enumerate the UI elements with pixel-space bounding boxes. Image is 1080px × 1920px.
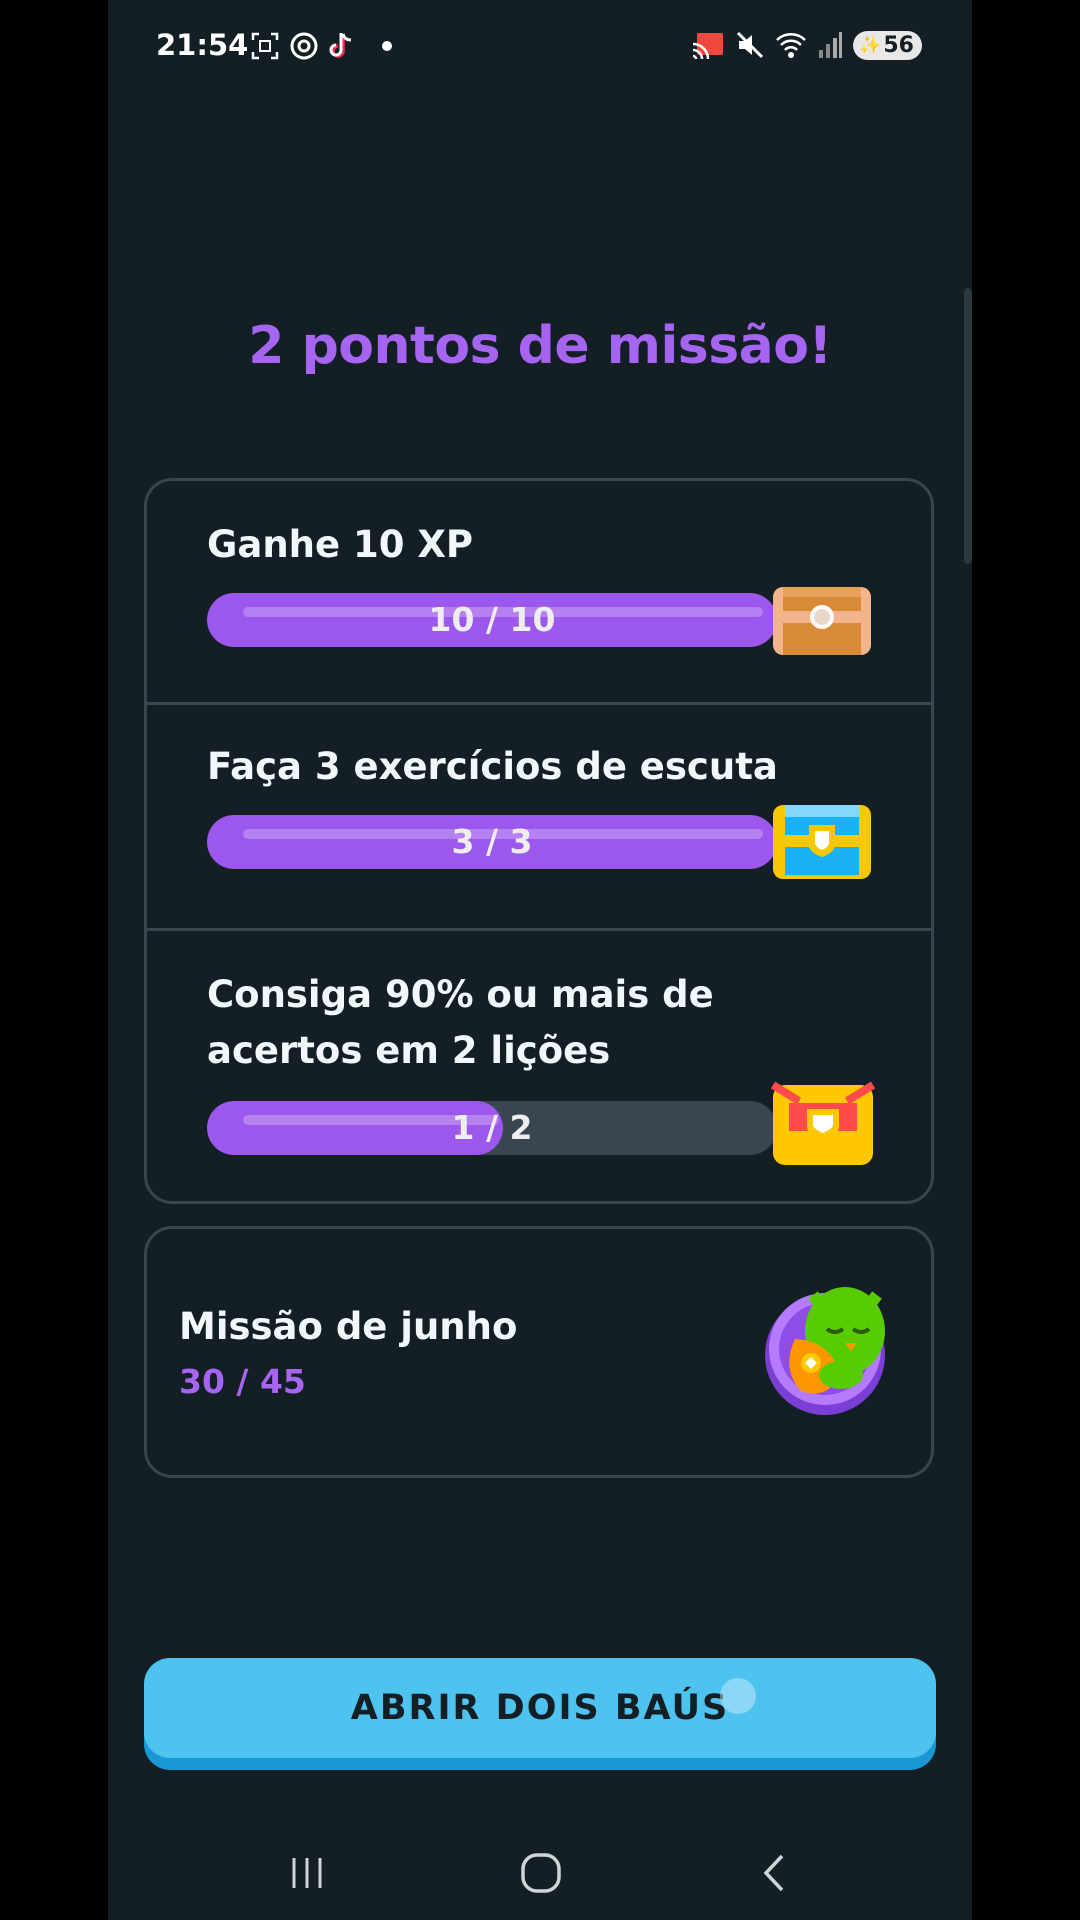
quest-title: Ganhe 10 XP bbox=[207, 523, 474, 566]
quest-progress-bar: 1 / 2 bbox=[207, 1101, 777, 1155]
quest-title: Consiga 90% ou mais de acertos em 2 liçõ… bbox=[207, 973, 714, 1072]
quest-progress-label: 10 / 10 bbox=[428, 600, 556, 639]
quest-progress-bar: 3 / 3 bbox=[207, 815, 777, 869]
page-title: 2 pontos de missão! bbox=[248, 316, 832, 376]
quest-progress-bar: 10 / 10 bbox=[207, 593, 777, 647]
open-chests-button-label: ABRIR DOIS BAÚS bbox=[350, 1688, 730, 1728]
quest-item: Consiga 90% ou mais de acertos em 2 liçõ… bbox=[147, 931, 931, 1201]
system-icons: ✨ 56 bbox=[691, 30, 922, 60]
quest-title: Faça 3 exercícios de escuta bbox=[207, 745, 778, 788]
touch-indicator bbox=[720, 1678, 756, 1714]
monthly-badge-icon bbox=[765, 1287, 885, 1415]
status-time: 21:54 bbox=[156, 28, 249, 62]
tiktok-icon bbox=[329, 33, 352, 58]
cast-icon bbox=[692, 33, 723, 60]
mute-icon bbox=[736, 31, 764, 59]
daily-quests-card: Ganhe 10 XP 10 / 10 Faça 3 exercícios de… bbox=[144, 478, 934, 1204]
screenshot-icon bbox=[251, 32, 279, 60]
monthly-challenge-card[interactable]: Missão de junho 30 / 45 bbox=[144, 1226, 934, 1478]
battery-level: 56 bbox=[883, 32, 914, 58]
monthly-challenge-title: Missão de junho bbox=[179, 1305, 518, 1348]
quest-item: Faça 3 exercícios de escuta 3 / 3 bbox=[147, 705, 931, 931]
back-icon[interactable] bbox=[752, 1850, 798, 1896]
status-bar: 21:54 ✨ 56 bbox=[108, 0, 972, 96]
silver-chest-icon bbox=[773, 805, 871, 879]
system-nav-bar bbox=[108, 1820, 972, 1920]
gold-chest-icon bbox=[770, 1081, 875, 1165]
quest-item: Ganhe 10 XP 10 / 10 bbox=[147, 481, 931, 705]
dot-icon bbox=[382, 41, 392, 51]
battery-icon: ✨ 56 bbox=[852, 30, 922, 60]
wifi-icon bbox=[776, 33, 806, 58]
recents-icon[interactable] bbox=[284, 1850, 330, 1896]
bronze-chest-icon bbox=[773, 587, 871, 655]
monthly-challenge-progress: 30 / 45 bbox=[179, 1362, 306, 1401]
open-chests-button[interactable]: ABRIR DOIS BAÚS bbox=[144, 1658, 936, 1758]
home-icon[interactable] bbox=[518, 1850, 564, 1896]
notification-icons bbox=[250, 30, 396, 62]
threads-icon bbox=[290, 32, 318, 60]
quest-progress-label: 1 / 2 bbox=[451, 1108, 533, 1147]
quest-progress-label: 3 / 3 bbox=[451, 822, 533, 861]
app-screen: 21:54 ✨ 56 2 pontos de missão! Ganhe 10 … bbox=[108, 0, 972, 1920]
signal-icon bbox=[818, 32, 842, 58]
